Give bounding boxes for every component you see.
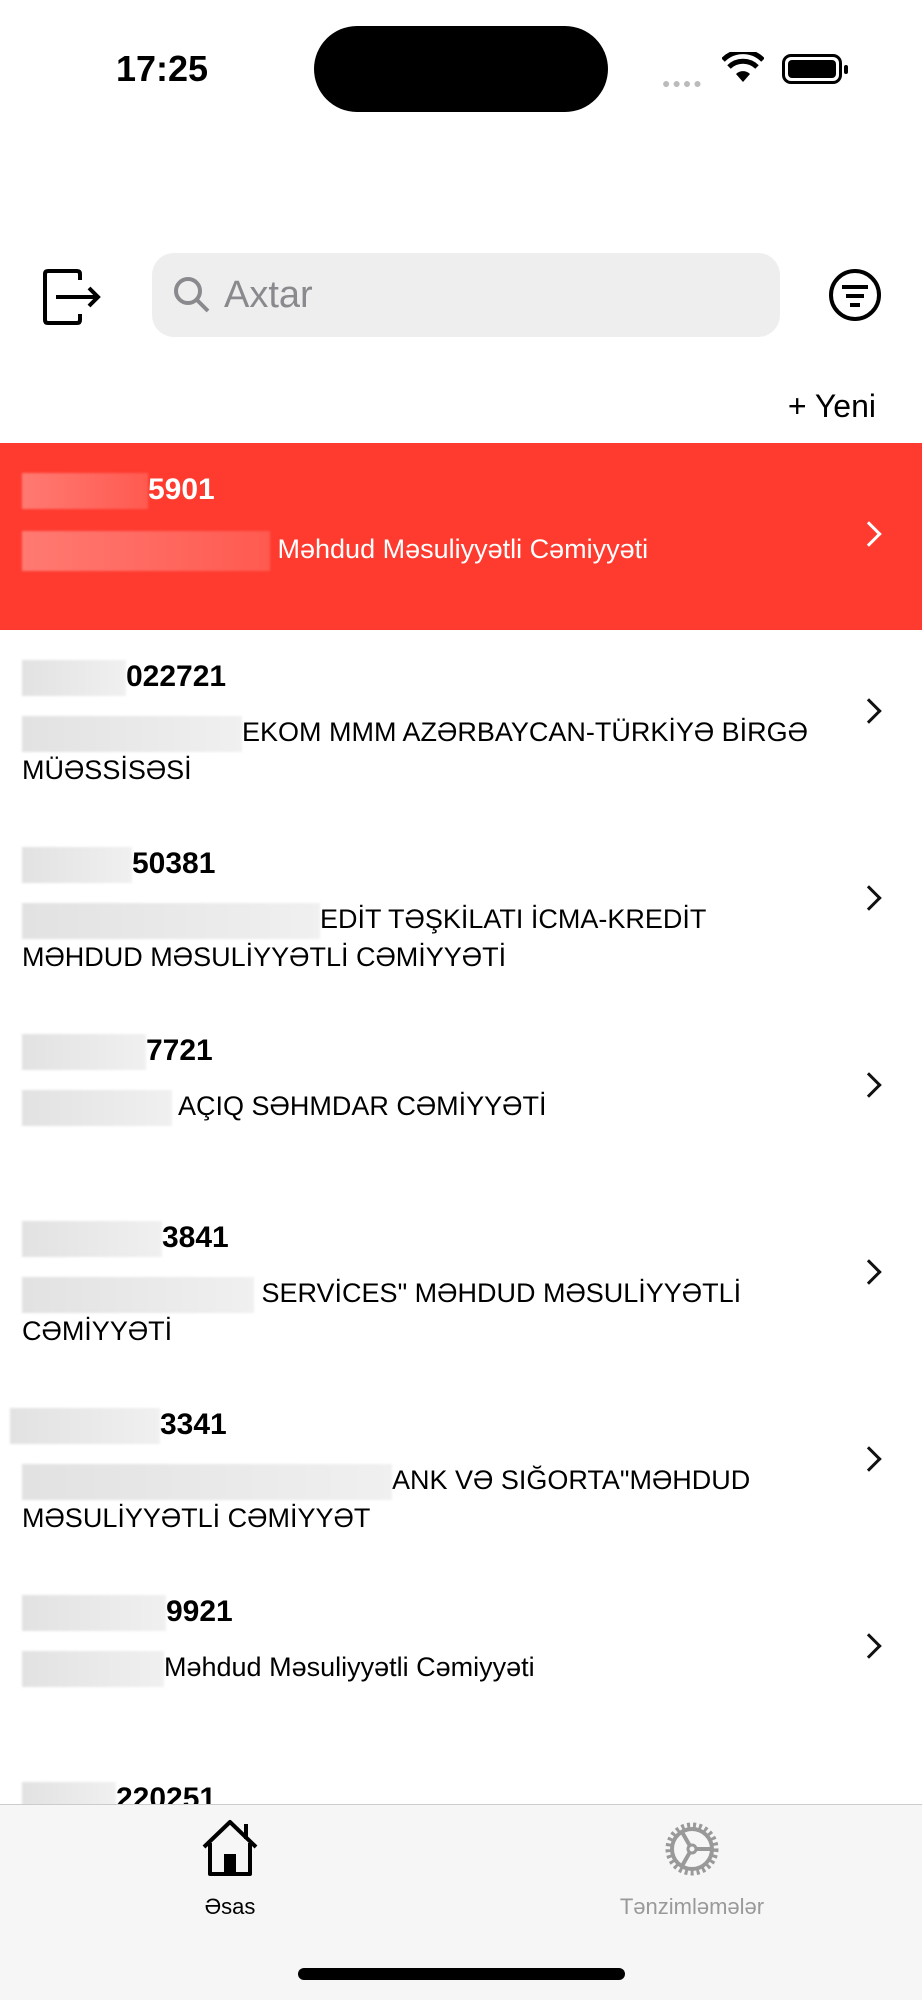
- home-indicator: [298, 1968, 625, 1980]
- list-item[interactable]: 5901 Məhdud Məsuliyyətli Cəmiyyəti: [0, 443, 922, 630]
- filter-icon: [829, 269, 881, 321]
- list-item[interactable]: 3841 SERVİCES" MƏHDUD MƏSULİYYƏTLİ CƏMİY…: [0, 1191, 922, 1378]
- gear-icon: [665, 1822, 719, 1876]
- item-id: 022721: [126, 660, 227, 693]
- list-item[interactable]: 022721 EKOM MMM AZƏRBAYCAN-TÜRKİYƏ BİRGƏ…: [0, 630, 922, 817]
- company-list: 5901 Məhdud Məsuliyyətli Cəmiyyəti 02272…: [0, 443, 922, 1804]
- chevron-right-icon: [856, 521, 882, 547]
- tab-home[interactable]: Əsas: [80, 1819, 380, 1920]
- chevron-right-icon: [856, 698, 882, 724]
- list-item[interactable]: 3341 ANK VƏ SIĞORTA"MƏHDUD MƏSULİYYƏTLİ …: [0, 1378, 922, 1565]
- logout-button[interactable]: [42, 268, 104, 331]
- list-item[interactable]: 220251: [0, 1752, 922, 1804]
- item-id: 9921: [166, 1595, 233, 1628]
- chevron-right-icon: [856, 1259, 882, 1285]
- list-item[interactable]: 50381 EDİT TƏŞKİLATI İCMA-KREDİT MƏHDUD …: [0, 817, 922, 1004]
- signal-icon: ●●●●: [662, 75, 704, 91]
- tab-settings[interactable]: Tənzimləmələr: [542, 1819, 842, 1920]
- wifi-icon: [722, 52, 764, 82]
- item-id: 3341: [160, 1408, 227, 1441]
- list-item[interactable]: 7721 AÇIQ SƏHMDAR CƏMİYYƏTİ: [0, 1004, 922, 1191]
- item-id: 7721: [146, 1034, 213, 1067]
- item-name: Məhdud Məsuliyyətli Cəmiyyəti: [164, 1652, 535, 1682]
- filter-button[interactable]: [828, 268, 882, 327]
- chevron-right-icon: [856, 1446, 882, 1472]
- search-icon: [174, 277, 210, 313]
- logout-icon: [43, 269, 101, 325]
- tab-label: Tənzimləmələr: [619, 1894, 765, 1919]
- battery-icon: [782, 54, 848, 84]
- search-bar[interactable]: [152, 253, 780, 337]
- search-input[interactable]: [224, 273, 724, 317]
- chevron-right-icon: [856, 885, 882, 911]
- item-name: Məhdud Məsuliyyətli Cəmiyyəti: [277, 534, 649, 565]
- item-name: AÇIQ SƏHMDAR CƏMİYYƏTİ: [178, 1091, 547, 1121]
- home-icon: [202, 1820, 258, 1876]
- status-bar: 17:25 ●●●●: [0, 0, 922, 120]
- new-button[interactable]: + Yeni: [788, 388, 876, 425]
- item-id: 50381: [132, 847, 216, 880]
- chevron-right-icon: [856, 1072, 882, 1098]
- dynamic-island: [314, 26, 608, 112]
- item-id: 3841: [162, 1221, 229, 1254]
- tab-label: Əsas: [204, 1894, 256, 1919]
- item-id: 5901: [148, 473, 215, 506]
- status-time: 17:25: [116, 48, 209, 89]
- list-item[interactable]: 9921 Məhdud Məsuliyyətli Cəmiyyəti: [0, 1565, 922, 1752]
- chevron-right-icon: [856, 1633, 882, 1659]
- item-id: 220251: [116, 1782, 217, 1804]
